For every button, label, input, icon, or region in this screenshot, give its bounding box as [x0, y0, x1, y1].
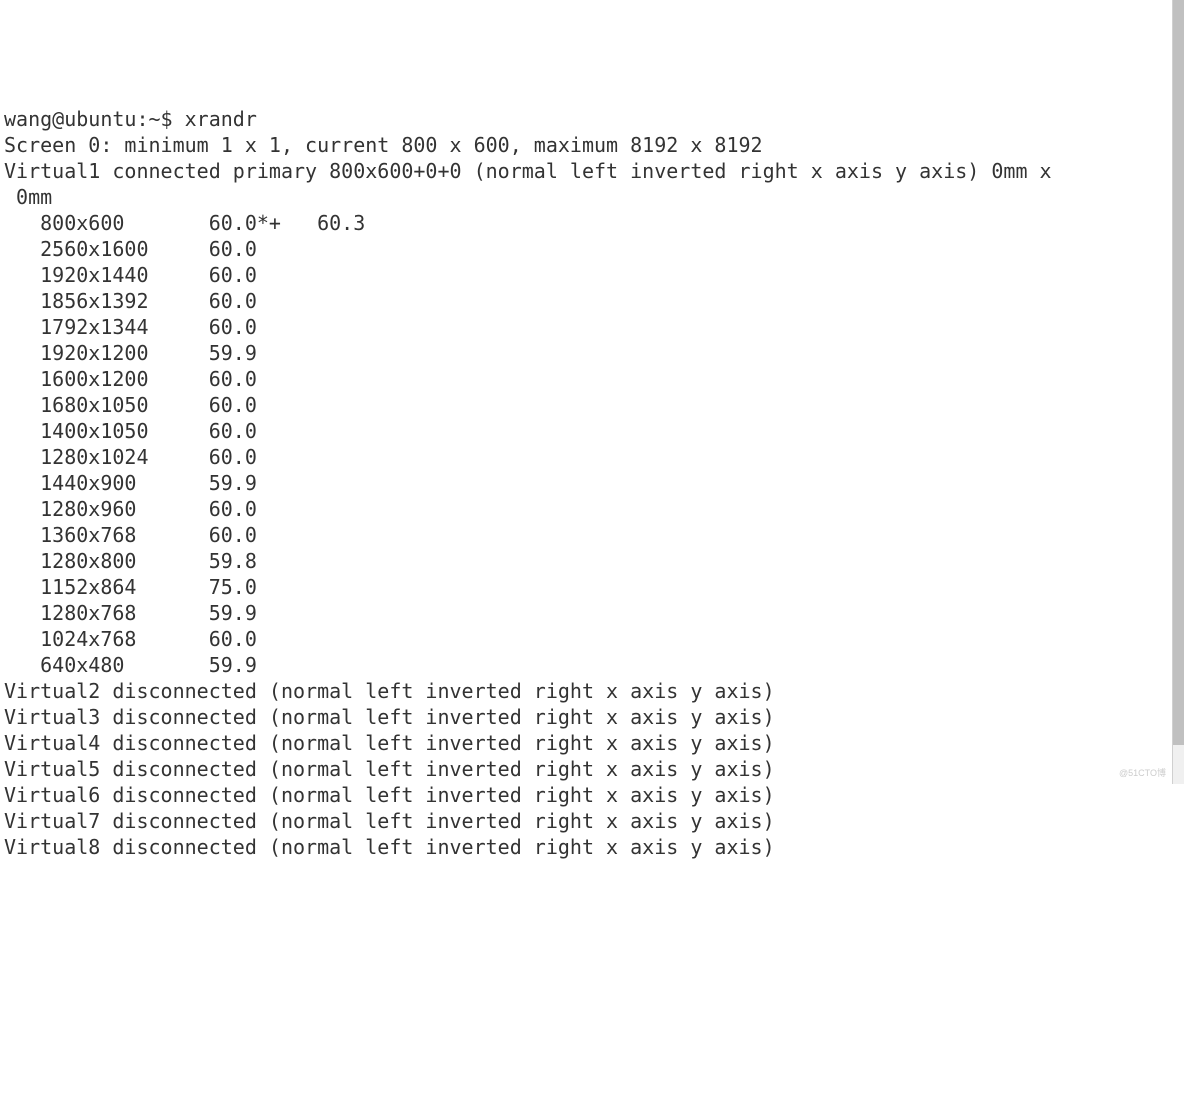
scrollbar-thumb[interactable]	[1173, 0, 1184, 745]
prompt-line-1: wang@ubuntu:~$ xrandr	[4, 107, 257, 131]
disconnected-line: Virtual4 disconnected (normal left inver…	[4, 731, 775, 755]
mode-line: 1280x800 59.8	[4, 549, 257, 573]
mode-line: 800x600 60.0*+ 60.3	[4, 211, 365, 235]
mode-line: 1440x900 59.9	[4, 471, 257, 495]
mode-line: 1920x1440 60.0	[4, 263, 257, 287]
mode-line: 1920x1200 59.9	[4, 341, 257, 365]
disconnected-line: Virtual2 disconnected (normal left inver…	[4, 679, 775, 703]
mode-line: 1792x1344 60.0	[4, 315, 257, 339]
disconnected-line: Virtual6 disconnected (normal left inver…	[4, 783, 775, 807]
virtual1-connected-wrap: 0mm	[4, 185, 52, 209]
mode-line: 1600x1200 60.0	[4, 367, 257, 391]
mode-line: 2560x1600 60.0	[4, 237, 257, 261]
mode-line: 1360x768 60.0	[4, 523, 257, 547]
mode-line: 1400x1050 60.0	[4, 419, 257, 443]
mode-line: 1152x864 75.0	[4, 575, 257, 599]
disconnected-line: Virtual5 disconnected (normal left inver…	[4, 757, 775, 781]
mode-line: 1680x1050 60.0	[4, 393, 257, 417]
disconnected-line: Virtual8 disconnected (normal left inver…	[4, 835, 775, 859]
mode-line: 1280x1024 60.0	[4, 445, 257, 469]
mode-line: 1856x1392 60.0	[4, 289, 257, 313]
watermark-text: @51CTO博	[1119, 768, 1166, 780]
terminal-output[interactable]: wang@ubuntu:~$ xrandr Screen 0: minimum …	[0, 104, 1184, 860]
screen-info-line: Screen 0: minimum 1 x 1, current 800 x 6…	[4, 133, 763, 157]
disconnected-line: Virtual7 disconnected (normal left inver…	[4, 809, 775, 833]
mode-line: 640x480 59.9	[4, 653, 257, 677]
virtual1-connected-line: Virtual1 connected primary 800x600+0+0 (…	[4, 159, 1052, 183]
mode-line: 1024x768 60.0	[4, 627, 257, 651]
mode-line: 1280x960 60.0	[4, 497, 257, 521]
mode-line: 1280x768 59.9	[4, 601, 257, 625]
disconnected-line: Virtual3 disconnected (normal left inver…	[4, 705, 775, 729]
vertical-scrollbar[interactable]	[1172, 0, 1184, 784]
